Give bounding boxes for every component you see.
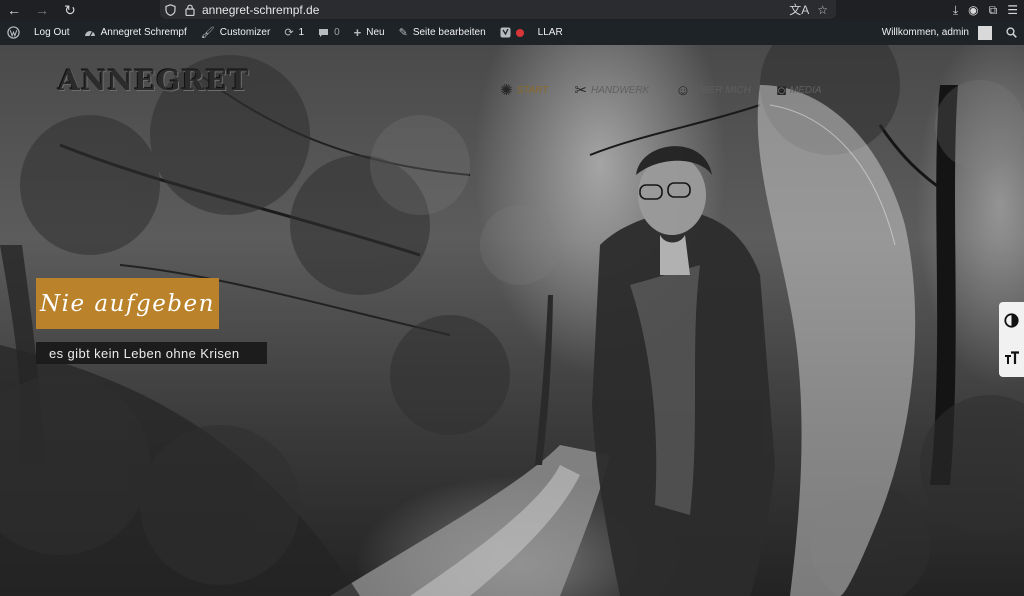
nav-item-ueber-mich[interactable]: ☺ ÜBER MICH [675, 81, 750, 99]
account-menu[interactable]: Willkommen, admin [875, 20, 999, 45]
brush-icon: 🖌 [200, 27, 215, 39]
updates-link[interactable]: ⟳ 1 [277, 20, 311, 45]
wp-admin-bar: Log Out Annegret Schrempf 🖌 Customizer ⟳… [0, 20, 1024, 45]
avatar [978, 25, 992, 40]
site-logo[interactable]: ANNEGRET [58, 64, 250, 97]
llar-link[interactable]: LLAR [531, 20, 570, 45]
translate-icon[interactable]: 文A [789, 1, 809, 18]
updates-icon: ⟳ [284, 27, 294, 39]
new-label: Neu [366, 27, 385, 38]
nav-item-label: ÜBER MICH [694, 84, 751, 96]
url-text[interactable]: annegret-schrempf.de [202, 3, 319, 17]
nav-item-media[interactable]: ◙ MEDIA [777, 81, 822, 99]
lock-icon[interactable] [180, 4, 200, 16]
logout-link[interactable]: Log Out [27, 20, 77, 45]
plus-icon: + [353, 25, 362, 40]
nav-item-label: START [516, 84, 549, 96]
portrait-figure [592, 146, 775, 596]
edit-page-link[interactable]: ✎ Seite bearbeiten [392, 20, 493, 45]
browser-toolbar: ← → ↻ annegret-schrempf.de 文A ☆ ⤓ ◉ ⧉ ☰ [0, 0, 1024, 20]
back-arrow-icon[interactable]: ← [0, 0, 28, 20]
comments-count: 0 [334, 27, 340, 38]
hero-subtitle: es gibt kein Leben ohne Krisen [36, 342, 267, 364]
logout-label: Log Out [34, 27, 70, 38]
nav-item-label: HANDWERK [591, 84, 650, 96]
nav-item-label: MEDIA [789, 84, 822, 96]
yoast-icon [500, 27, 511, 38]
puzzle-icon[interactable]: ⧉ [989, 3, 998, 18]
hero-title: Nie aufgeben [36, 278, 219, 329]
llar-label: LLAR [537, 27, 563, 38]
person-icon: ☺ [675, 81, 691, 99]
accessibility-toolbar [999, 302, 1024, 377]
updates-count: 1 [298, 27, 305, 38]
seo-status-dot [515, 28, 524, 37]
contrast-icon[interactable] [999, 304, 1024, 338]
wordpress-logo-icon[interactable] [0, 20, 27, 45]
camera-icon: ◙ [776, 81, 786, 99]
comments-link[interactable]: 0 [311, 20, 347, 45]
edit-page-label: Seite bearbeiten [412, 27, 486, 38]
admin-search-icon[interactable] [999, 20, 1024, 45]
account-icon[interactable]: ◉ [968, 3, 978, 17]
reload-icon[interactable]: ↻ [56, 0, 84, 20]
site-name-link[interactable]: Annegret Schrempf [77, 20, 194, 45]
download-icon[interactable]: ⤓ [953, 3, 958, 18]
pencil-icon: ✎ [398, 27, 408, 39]
address-bar[interactable]: annegret-schrempf.de 文A ☆ [160, 0, 836, 19]
nav-item-handwerk[interactable]: ✂ HANDWERK [574, 81, 649, 99]
hero-section: ANNEGRET ✺ START ✂ HANDWERK ☺ ÜBER MICH … [0, 45, 1024, 596]
site-name-label: Annegret Schrempf [100, 27, 187, 38]
star-icon[interactable]: ☆ [817, 3, 828, 17]
sun-icon: ✺ [500, 82, 513, 99]
comment-icon [318, 28, 329, 38]
customizer-link[interactable]: 🖌 Customizer [194, 20, 278, 45]
greeting-label: Willkommen, admin [881, 27, 969, 38]
nav-item-start[interactable]: ✺ START [500, 81, 548, 99]
forward-arrow-icon[interactable]: → [28, 0, 56, 20]
dashboard-icon [84, 27, 96, 38]
font-size-icon[interactable] [999, 341, 1024, 375]
scissors-icon: ✂ [574, 82, 588, 99]
shield-icon[interactable] [160, 3, 180, 16]
yoast-seo-link[interactable] [493, 20, 531, 45]
customizer-label: Customizer [219, 27, 271, 38]
new-content-link[interactable]: + Neu [347, 20, 392, 45]
main-navigation: ✺ START ✂ HANDWERK ☺ ÜBER MICH ◙ MEDIA [500, 81, 822, 100]
menu-icon[interactable]: ☰ [1007, 3, 1018, 17]
